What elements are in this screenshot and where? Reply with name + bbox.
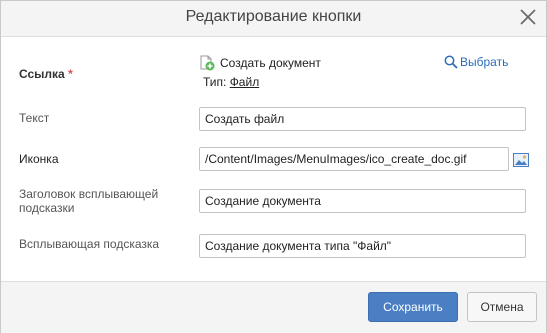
dialog-body: Ссылка * Создать документ Тип: Файл Выбр… <box>1 37 546 281</box>
tooltip-input[interactable] <box>199 234 526 258</box>
close-button[interactable] <box>518 7 538 27</box>
text-label: Текст <box>19 111 50 125</box>
tooltip-title-input[interactable] <box>199 189 526 213</box>
type-prefix: Тип: <box>203 75 227 89</box>
dialog-footer: Сохранить Отмена <box>1 281 546 333</box>
text-input[interactable] <box>199 107 526 131</box>
close-icon <box>520 9 536 25</box>
image-picker-icon[interactable] <box>513 153 529 167</box>
tooltip-title-label: Заголовок всплывающей подсказки <box>19 187 159 215</box>
select-button[interactable]: Выбрать <box>444 55 508 69</box>
link-label: Ссылка <box>19 67 65 81</box>
create-document-icon <box>200 55 215 71</box>
icon-label: Иконка <box>19 152 59 166</box>
save-button[interactable]: Сохранить <box>368 292 458 322</box>
type-value-link[interactable]: Файл <box>230 75 260 89</box>
tooltip-label: Всплывающая подсказка <box>19 237 160 251</box>
edit-button-dialog: Редактирование кнопки Ссылка * Создать д… <box>0 0 547 333</box>
dialog-title: Редактирование кнопки <box>185 8 362 25</box>
link-type: Тип: Файл <box>203 75 259 89</box>
required-mark: * <box>68 67 73 81</box>
link-label-row: Ссылка * <box>19 67 73 81</box>
cancel-button[interactable]: Отмена <box>467 292 537 322</box>
create-document-link[interactable]: Создать документ <box>220 56 321 70</box>
search-icon <box>444 55 458 69</box>
icon-path-input[interactable] <box>199 147 509 171</box>
dialog-header: Редактирование кнопки <box>1 1 546 37</box>
select-label: Выбрать <box>460 55 509 69</box>
